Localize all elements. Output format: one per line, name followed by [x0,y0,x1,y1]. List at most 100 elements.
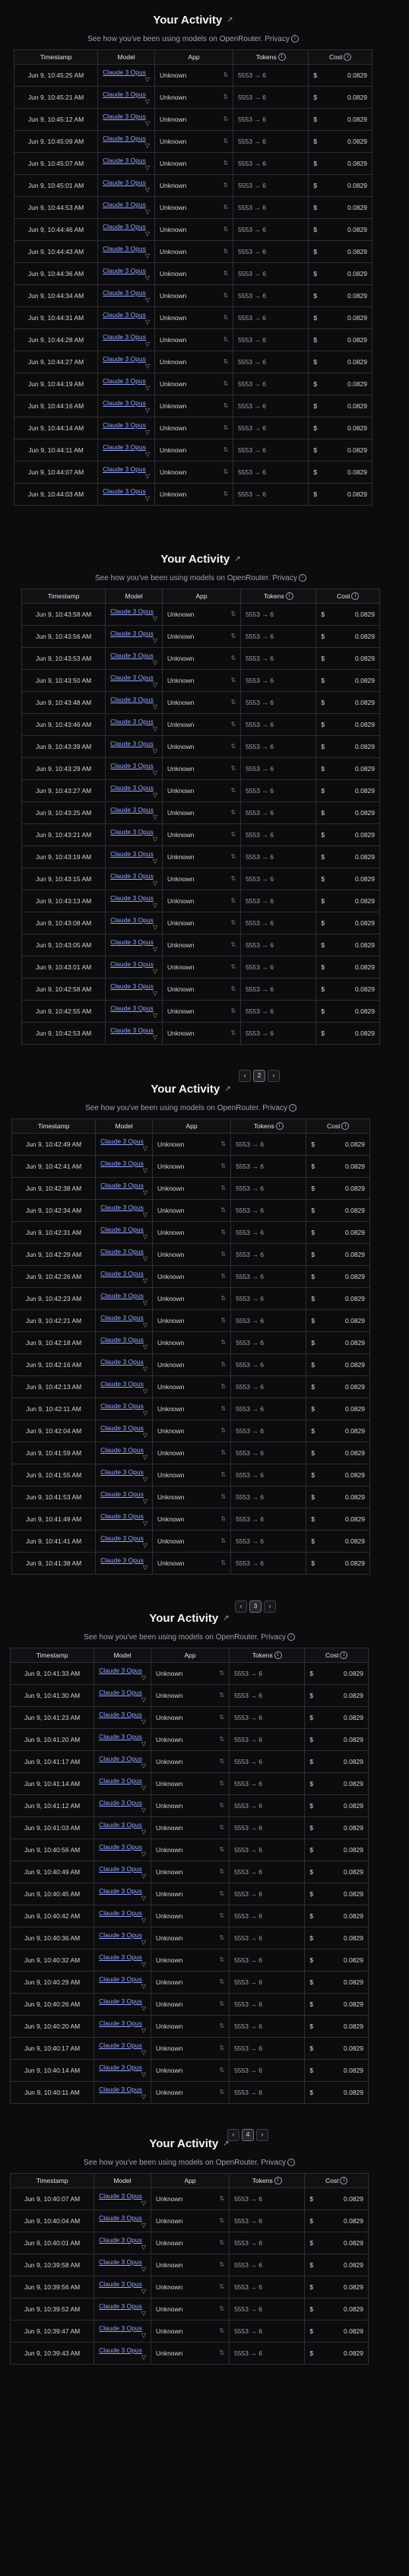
model-link[interactable]: Claude 3 Opus [103,421,146,429]
filter-icon[interactable]: ▽ [141,2005,146,2012]
model-link[interactable]: Claude 3 Opus [103,157,146,164]
model-link[interactable]: Claude 3 Opus [99,2192,142,2200]
model-link[interactable]: Claude 3 Opus [99,1953,142,1961]
info-icon[interactable]: i [274,1651,282,1660]
filter-icon[interactable]: ▽ [145,98,150,105]
filter-icon[interactable]: ▽ [143,1277,147,1284]
filter-icon[interactable]: ▽ [141,2310,146,2317]
model-link[interactable]: Claude 3 Opus [99,2041,142,2049]
filter-icon[interactable]: ▽ [141,1939,146,1946]
model-link[interactable]: Claude 3 Opus [100,1402,144,1410]
model-link[interactable]: Claude 3 Opus [103,443,146,451]
model-link[interactable]: Claude 3 Opus [99,1975,142,1983]
filter-icon[interactable]: ▽ [145,76,150,83]
filter-icon[interactable]: ▽ [143,1520,147,1527]
filter-icon[interactable]: ▽ [141,1696,146,1703]
filter-icon[interactable]: ▽ [141,2288,146,2295]
filter-icon[interactable]: ▽ [153,1012,157,1019]
prev-page-button[interactable]: ‹ [235,1600,247,1613]
model-link[interactable]: Claude 3 Opus [99,1711,142,1718]
model-link[interactable]: Claude 3 Opus [110,916,154,924]
filter-icon[interactable]: ▽ [141,2049,146,2056]
model-link[interactable]: Claude 3 Opus [100,1336,144,1344]
info-icon[interactable]: i [288,1104,296,1112]
model-link[interactable]: Claude 3 Opus [100,1490,144,1498]
filter-icon[interactable]: ▽ [141,2244,146,2251]
model-link[interactable]: Claude 3 Opus [103,355,146,363]
model-link[interactable]: Claude 3 Opus [99,1997,142,2005]
filter-icon[interactable]: ▽ [141,1895,146,1902]
filter-icon[interactable]: ▽ [145,230,150,237]
info-icon[interactable]: i [351,592,360,601]
next-page-button[interactable]: › [268,1070,280,1082]
filter-icon[interactable]: ▽ [141,1807,146,1813]
model-link[interactable]: Claude 3 Opus [110,806,154,814]
model-link[interactable]: Claude 3 Opus [100,1204,144,1211]
model-link[interactable]: Claude 3 Opus [103,135,146,142]
filter-icon[interactable]: ▽ [145,186,150,193]
model-link[interactable]: Claude 3 Opus [99,1755,142,1762]
model-link[interactable]: Claude 3 Opus [100,1424,144,1432]
filter-icon[interactable]: ▽ [143,1564,147,1571]
external-link-icon[interactable]: ↗ [234,555,240,563]
filter-icon[interactable]: ▽ [143,1454,147,1461]
model-link[interactable]: Claude 3 Opus [99,1931,142,1939]
model-link[interactable]: Claude 3 Opus [110,740,154,747]
model-link[interactable]: Claude 3 Opus [100,1512,144,1520]
filter-icon[interactable]: ▽ [153,814,157,820]
filter-icon[interactable]: ▽ [153,946,157,953]
model-link[interactable]: Claude 3 Opus [100,1468,144,1476]
filter-icon[interactable]: ▽ [141,2266,146,2273]
model-link[interactable]: Claude 3 Opus [103,311,146,319]
filter-icon[interactable]: ▽ [145,385,150,392]
external-link-icon[interactable]: ↗ [227,16,233,24]
filter-icon[interactable]: ▽ [141,2027,146,2034]
info-icon[interactable]: i [340,1651,348,1660]
model-link[interactable]: Claude 3 Opus [99,2324,142,2332]
model-link[interactable]: Claude 3 Opus [100,1314,144,1321]
filter-icon[interactable]: ▽ [145,451,150,458]
model-link[interactable]: Claude 3 Opus [99,2064,142,2071]
model-link[interactable]: Claude 3 Opus [103,179,146,186]
model-link[interactable]: Claude 3 Opus [99,1843,142,1851]
model-link[interactable]: Claude 3 Opus [100,1182,144,1189]
next-page-button[interactable]: › [256,2129,268,2141]
model-link[interactable]: Claude 3 Opus [110,696,154,703]
model-link[interactable]: Claude 3 Opus [99,2280,142,2288]
filter-icon[interactable]: ▽ [141,1917,146,1924]
model-link[interactable]: Claude 3 Opus [103,267,146,274]
filter-icon[interactable]: ▽ [143,1542,147,1549]
filter-icon[interactable]: ▽ [145,363,150,370]
filter-icon[interactable]: ▽ [153,703,157,710]
model-link[interactable]: Claude 3 Opus [99,2302,142,2310]
filter-icon[interactable]: ▽ [141,1829,146,1835]
current-page-button[interactable]: 2 [253,1070,265,1082]
filter-icon[interactable]: ▽ [143,1388,147,1394]
info-icon[interactable]: i [287,2159,295,2167]
info-icon[interactable]: i [287,1633,295,1642]
model-link[interactable]: Claude 3 Opus [100,1556,144,1564]
model-link[interactable]: Claude 3 Opus [99,1799,142,1807]
model-link[interactable]: Claude 3 Opus [100,1137,144,1145]
filter-icon[interactable]: ▽ [153,792,157,798]
filter-icon[interactable]: ▽ [153,990,157,997]
filter-icon[interactable]: ▽ [145,142,150,149]
info-icon[interactable]: i [341,1122,350,1131]
filter-icon[interactable]: ▽ [141,1784,146,1791]
model-link[interactable]: Claude 3 Opus [100,1446,144,1454]
filter-icon[interactable]: ▽ [141,2071,146,2078]
filter-icon[interactable]: ▽ [143,1189,147,1196]
filter-icon[interactable]: ▽ [153,1034,157,1041]
model-link[interactable]: Claude 3 Opus [103,113,146,120]
model-link[interactable]: Claude 3 Opus [110,850,154,858]
model-link[interactable]: Claude 3 Opus [110,894,154,902]
model-link[interactable]: Claude 3 Opus [110,982,154,990]
filter-icon[interactable]: ▽ [145,208,150,215]
prev-page-button[interactable]: ‹ [239,1070,251,1082]
filter-icon[interactable]: ▽ [153,924,157,931]
model-link[interactable]: Claude 3 Opus [99,2086,142,2093]
filter-icon[interactable]: ▽ [141,2222,146,2229]
info-icon[interactable]: i [274,2177,282,2185]
model-link[interactable]: Claude 3 Opus [110,1026,154,1034]
model-link[interactable]: Claude 3 Opus [103,487,146,495]
